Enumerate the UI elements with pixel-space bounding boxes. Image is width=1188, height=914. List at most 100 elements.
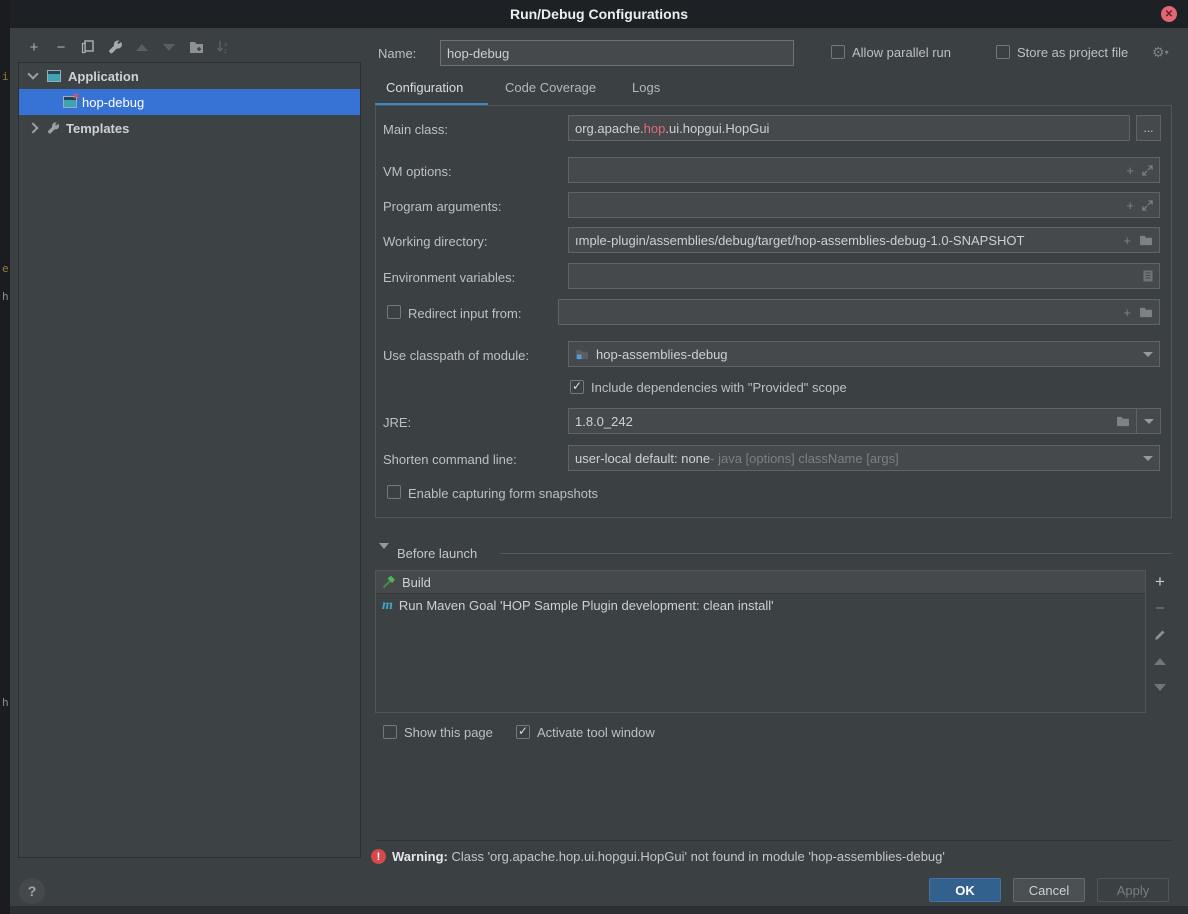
tab-code-coverage[interactable]: Code Coverage	[505, 80, 596, 95]
templates-wrench-icon	[47, 122, 60, 135]
environment-variables-label: Environment variables:	[383, 270, 515, 285]
shorten-command-line-label: Shorten command line:	[383, 452, 517, 467]
dialog-title: Run/Debug Configurations	[510, 6, 688, 22]
module-icon	[575, 349, 589, 360]
chevron-down-icon[interactable]	[1143, 456, 1153, 461]
svg-text:a: a	[224, 42, 228, 48]
expand-editor-icon[interactable]	[1142, 200, 1153, 211]
main-class-input[interactable]: org.apache.hop.ui.hopgui.HopGui	[568, 115, 1130, 141]
add-icon[interactable]: +	[1126, 198, 1134, 213]
tree-node-label: Application	[68, 69, 139, 84]
expand-editor-icon[interactable]	[1142, 165, 1153, 176]
jre-label: JRE:	[383, 415, 411, 430]
add-icon[interactable]: +	[1123, 305, 1131, 320]
invalid-configuration-icon: ✕	[63, 96, 77, 108]
new-folder-icon[interactable]	[187, 38, 205, 56]
maven-icon: m	[382, 598, 393, 614]
add-configuration-icon[interactable]: +	[25, 38, 43, 56]
chevron-right-icon[interactable]	[27, 122, 38, 133]
before-launch-item-maven[interactable]: m Run Maven Goal 'HOP Sample Plugin deve…	[376, 594, 1145, 617]
main-class-error-segment: hop	[644, 121, 666, 136]
include-provided-checkbox[interactable]	[570, 380, 584, 394]
edit-defaults-wrench-icon[interactable]	[106, 38, 124, 56]
before-launch-collapse-icon[interactable]	[379, 549, 389, 567]
cancel-button[interactable]: Cancel	[1013, 878, 1085, 902]
remove-configuration-icon[interactable]: −	[52, 38, 70, 56]
ok-button[interactable]: OK	[929, 878, 1001, 902]
environment-variables-input[interactable]	[568, 263, 1160, 289]
before-launch-list: Build m Run Maven Goal 'HOP Sample Plugi…	[375, 570, 1146, 713]
edit-variables-icon[interactable]	[1143, 270, 1153, 282]
error-x-icon: ✕	[72, 91, 80, 102]
chevron-down-icon[interactable]	[27, 68, 38, 79]
chevron-down-icon	[1144, 419, 1154, 424]
chevron-down-icon[interactable]	[1143, 352, 1153, 357]
classpath-module-combobox[interactable]: hop-assemblies-debug	[568, 341, 1160, 367]
copy-configuration-icon[interactable]	[79, 38, 97, 56]
edit-task-pencil-icon[interactable]	[1152, 627, 1168, 643]
tree-node-hop-debug[interactable]: ✕ hop-debug	[19, 89, 360, 115]
main-class-label: Main class:	[383, 122, 448, 137]
form-snapshots-checkbox[interactable]	[387, 485, 401, 499]
store-options-gear-icon[interactable]: ⚙▾	[1152, 44, 1169, 61]
build-hammer-icon	[382, 575, 396, 589]
sort-alphabetically-icon[interactable]: az	[214, 38, 232, 56]
move-task-up-icon[interactable]	[1152, 653, 1168, 669]
remove-task-icon[interactable]: −	[1152, 600, 1168, 616]
activate-tool-window-checkbox[interactable]	[516, 725, 530, 739]
configurations-tree: Application ✕ hop-debug Templates	[18, 62, 361, 858]
form-snapshots-label: Enable capturing form snapshots	[408, 486, 598, 501]
tab-configuration[interactable]: Configuration	[386, 80, 463, 95]
show-this-page-checkbox[interactable]	[383, 725, 397, 739]
working-directory-label: Working directory:	[383, 234, 488, 249]
application-type-icon	[47, 70, 61, 82]
move-up-icon[interactable]	[133, 38, 151, 56]
background-ide-strip: i e h h	[0, 0, 10, 914]
apply-button[interactable]: Apply	[1097, 878, 1169, 902]
add-icon[interactable]: +	[1123, 233, 1131, 248]
tree-node-label: Templates	[66, 121, 129, 136]
allow-parallel-run-label: Allow parallel run	[852, 45, 951, 60]
jre-combobox[interactable]: 1.8.0_242	[568, 408, 1137, 434]
before-launch-item-build[interactable]: Build	[376, 571, 1145, 594]
move-down-icon[interactable]	[160, 38, 178, 56]
warning-message: Warning: Class 'org.apache.hop.ui.hopgui…	[392, 849, 945, 864]
tree-node-label: hop-debug	[82, 95, 144, 110]
include-provided-label: Include dependencies with "Provided" sco…	[591, 380, 847, 395]
program-arguments-input[interactable]: +	[568, 192, 1160, 218]
browse-folder-icon[interactable]	[1139, 235, 1153, 246]
working-directory-input[interactable]: ımple-plugin/assemblies/debug/target/hop…	[568, 227, 1160, 253]
warning-separator	[375, 840, 1172, 841]
classpath-module-label: Use classpath of module:	[383, 348, 529, 363]
name-input[interactable]: hop-debug	[440, 40, 794, 66]
store-as-project-file-checkbox[interactable]	[996, 45, 1010, 59]
browse-folder-icon[interactable]	[1139, 307, 1153, 318]
svg-text:z: z	[224, 49, 227, 54]
jre-dropdown-button[interactable]	[1136, 408, 1161, 434]
tree-node-application[interactable]: Application	[19, 63, 360, 89]
program-arguments-label: Program arguments:	[383, 199, 502, 214]
store-as-project-file-label: Store as project file	[1017, 45, 1128, 60]
window-bottom-edge	[10, 906, 1188, 914]
dialog-titlebar[interactable]: Run/Debug Configurations	[10, 0, 1188, 28]
activate-tool-window-label: Activate tool window	[537, 725, 655, 740]
before-launch-title: Before launch	[397, 546, 477, 561]
shorten-command-line-combobox[interactable]: user-local default: none - java [options…	[568, 445, 1160, 471]
redirect-input-checkbox[interactable]	[387, 305, 401, 319]
tree-node-templates[interactable]: Templates	[19, 115, 360, 141]
vm-options-label: VM options:	[383, 164, 452, 179]
warning-icon: !	[371, 849, 386, 864]
allow-parallel-run-checkbox[interactable]	[831, 45, 845, 59]
browse-folder-icon[interactable]	[1116, 416, 1130, 427]
tab-logs[interactable]: Logs	[632, 80, 660, 95]
add-task-icon[interactable]: +	[1152, 574, 1168, 590]
move-task-down-icon[interactable]	[1152, 679, 1168, 695]
add-icon[interactable]: +	[1126, 163, 1134, 178]
close-icon[interactable]: ✕	[1161, 6, 1177, 22]
vm-options-input[interactable]: +	[568, 157, 1160, 183]
redirect-input-input[interactable]: +	[558, 299, 1160, 325]
screen: i e h h Run/Debug Configurations ✕ + − a…	[0, 0, 1188, 914]
help-button[interactable]: ?	[19, 878, 45, 904]
browse-main-class-button[interactable]: ...	[1136, 115, 1161, 141]
before-launch-separator	[500, 553, 1172, 554]
